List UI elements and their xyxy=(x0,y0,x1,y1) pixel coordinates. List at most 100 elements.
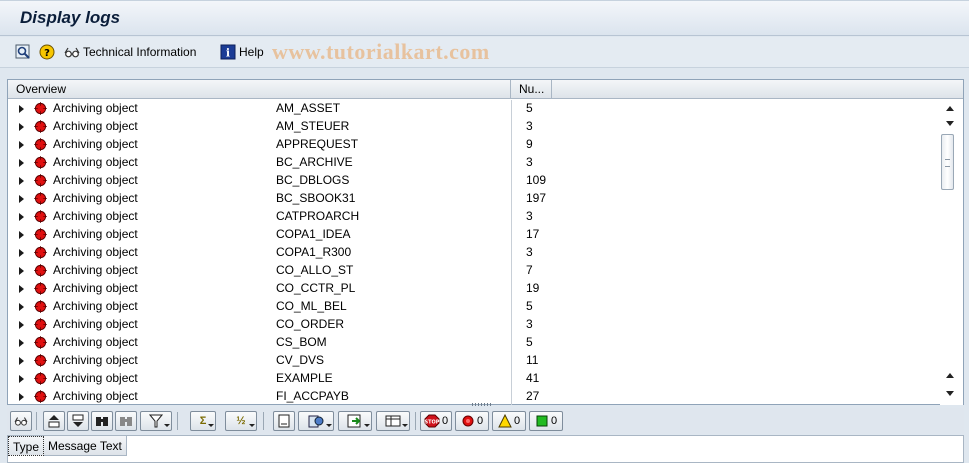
warning-count-button[interactable]: 0 xyxy=(492,411,526,431)
filter-button[interactable] xyxy=(140,411,172,431)
scroll-up-top-icon[interactable] xyxy=(946,106,954,111)
expand-arrow-icon[interactable] xyxy=(19,123,24,131)
alv-toolbar: Σ ½ STOP 0 0 0 0 xyxy=(7,408,964,434)
tree-row[interactable]: Archiving object EXAMPLE 41 xyxy=(8,370,938,388)
error-status-icon xyxy=(34,210,47,223)
tree-row[interactable]: Archiving object AM_STEUER 3 xyxy=(8,118,938,136)
tree-row[interactable]: Archiving object CO_ORDER 3 xyxy=(8,316,938,334)
technical-information-button[interactable]: Technical Information xyxy=(64,42,196,62)
find-next-button[interactable] xyxy=(115,411,137,431)
row-label: Archiving object xyxy=(53,371,138,385)
archiving-object-name: APPREQUEST xyxy=(276,137,359,151)
tree-row[interactable]: Archiving object CS_BOM 5 xyxy=(8,334,938,352)
expand-arrow-icon[interactable] xyxy=(19,177,24,185)
tree-row[interactable]: Archiving object COPA1_R300 3 xyxy=(8,244,938,262)
layout-button[interactable] xyxy=(376,411,410,431)
error-status-icon xyxy=(34,372,47,385)
expand-arrow-icon[interactable] xyxy=(19,375,24,383)
vertical-scrollbar[interactable] xyxy=(940,100,963,405)
glasses-icon xyxy=(64,44,80,60)
expand-arrow-icon[interactable] xyxy=(19,159,24,167)
error-status-icon xyxy=(34,390,47,403)
row-label: Archiving object xyxy=(53,317,138,331)
svg-text:i: i xyxy=(226,47,230,60)
stop-count-button[interactable]: STOP 0 xyxy=(420,411,452,431)
svg-text:?: ? xyxy=(44,48,50,59)
row-label: Archiving object xyxy=(53,263,138,277)
find-button[interactable] xyxy=(15,42,31,62)
expand-arrow-icon[interactable] xyxy=(19,267,24,275)
toolbar-separator xyxy=(263,412,264,430)
print-preview-button[interactable] xyxy=(273,411,295,431)
scroll-up-bottom-icon[interactable] xyxy=(946,373,954,378)
chevron-down-icon xyxy=(164,424,170,427)
splitter-grip[interactable] xyxy=(472,403,492,406)
scrollbar-thumb[interactable] xyxy=(941,134,954,190)
expand-arrow-icon[interactable] xyxy=(19,321,24,329)
message-count: 5 xyxy=(526,101,533,115)
column-header-message-text[interactable]: Message Text xyxy=(44,436,127,456)
row-label: Archiving object xyxy=(53,155,138,169)
view-icon xyxy=(347,414,361,428)
tree-row[interactable]: Archiving object APPREQUEST 9 xyxy=(8,136,938,154)
expand-arrow-icon[interactable] xyxy=(19,357,24,365)
column-header-overview[interactable]: Overview xyxy=(8,80,511,99)
find-binoculars-button[interactable] xyxy=(91,411,113,431)
message-count: 3 xyxy=(526,209,533,223)
expand-arrow-icon[interactable] xyxy=(19,249,24,257)
scroll-down-bottom-icon[interactable] xyxy=(946,391,954,396)
info-icon: i xyxy=(220,44,236,60)
message-count: 19 xyxy=(526,281,540,295)
expand-arrow-icon[interactable] xyxy=(19,303,24,311)
archiving-object-name: CO_CCTR_PL xyxy=(276,281,356,295)
tree-row[interactable]: Archiving object CV_DVS 11 xyxy=(8,352,938,370)
tree-row[interactable]: Archiving object BC_SBOOK31 197 xyxy=(8,190,938,208)
tree-row[interactable]: Archiving object CO_CCTR_PL 19 xyxy=(8,280,938,298)
error-status-icon xyxy=(34,264,47,277)
expand-arrow-icon[interactable] xyxy=(19,213,24,221)
archiving-object-name: CO_ML_BEL xyxy=(276,299,347,313)
archiving-object-name: BC_ARCHIVE xyxy=(276,155,353,169)
archiving-object-name: AM_ASSET xyxy=(276,101,341,115)
expand-arrow-icon[interactable] xyxy=(19,195,24,203)
expand-arrow-icon[interactable] xyxy=(19,105,24,113)
success-count-button[interactable]: 0 xyxy=(529,411,563,431)
sort-ascending-button[interactable] xyxy=(43,411,65,431)
help-question-button[interactable]: ? xyxy=(39,42,55,62)
error-count-button[interactable]: 0 xyxy=(455,411,489,431)
expand-arrow-icon[interactable] xyxy=(19,393,24,401)
help-label: Help xyxy=(239,45,264,59)
column-header-number[interactable]: Nu... xyxy=(511,80,552,99)
tree-row[interactable]: Archiving object AM_ASSET 5 xyxy=(8,100,938,118)
export-button[interactable] xyxy=(298,411,334,431)
tree-row[interactable]: Archiving object CATPROARCH 3 xyxy=(8,208,938,226)
error-status-icon xyxy=(34,102,47,115)
message-count: 41 xyxy=(526,371,540,385)
expand-arrow-icon[interactable] xyxy=(19,285,24,293)
sort-descending-button[interactable] xyxy=(67,411,89,431)
message-count: 5 xyxy=(526,335,533,349)
column-header-type[interactable]: Type xyxy=(8,436,45,456)
error-status-icon xyxy=(34,246,47,259)
help-button[interactable]: i Help xyxy=(220,42,264,62)
total-button[interactable]: Σ xyxy=(190,411,216,431)
row-label: Archiving object xyxy=(53,119,138,133)
expand-arrow-icon[interactable] xyxy=(19,231,24,239)
expand-arrow-icon[interactable] xyxy=(19,339,24,347)
tree-row[interactable]: Archiving object CO_ALLO_ST 7 xyxy=(8,262,938,280)
technical-information-label: Technical Information xyxy=(83,45,197,59)
archiving-object-name: CO_ALLO_ST xyxy=(276,263,354,277)
tree-row[interactable]: Archiving object BC_ARCHIVE 3 xyxy=(8,154,938,172)
archiving-object-name: COPA1_R300 xyxy=(276,245,352,259)
tree-row[interactable]: Archiving object CO_ML_BEL 5 xyxy=(8,298,938,316)
technical-info-small-button[interactable] xyxy=(10,411,32,431)
tree-row[interactable]: Archiving object BC_DBLOGS 109 xyxy=(8,172,938,190)
row-label: Archiving object xyxy=(53,335,138,349)
views-button[interactable] xyxy=(338,411,372,431)
sort-ascending-icon xyxy=(48,415,60,428)
expand-arrow-icon[interactable] xyxy=(19,141,24,149)
stop-count: 0 xyxy=(441,415,449,427)
scroll-down-top-icon[interactable] xyxy=(946,121,954,126)
tree-row[interactable]: Archiving object COPA1_IDEA 17 xyxy=(8,226,938,244)
subtotal-button[interactable]: ½ xyxy=(225,411,257,431)
